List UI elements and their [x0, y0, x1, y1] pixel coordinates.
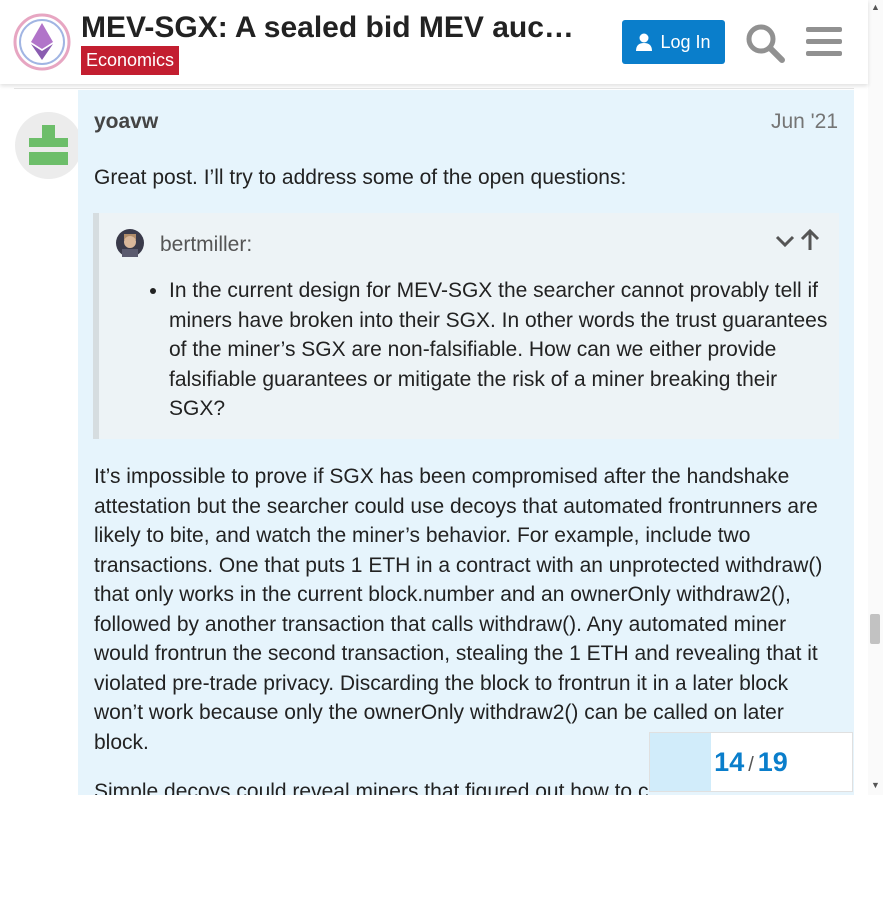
progress-total: 19 — [757, 746, 788, 777]
scroll-down-arrow-icon[interactable]: ▼ — [871, 780, 880, 790]
login-button[interactable]: Log In — [622, 20, 725, 64]
post-username[interactable]: yoavw — [94, 110, 158, 134]
quote-list: In the current design for MEV-SGX the se… — [169, 276, 829, 424]
user-avatar[interactable] — [15, 112, 82, 179]
site-header: MEV-SGX: A sealed bid MEV auction design… — [0, 0, 868, 84]
post-body: yoavw Jun '21 Great post. I’ll try to ad… — [78, 90, 854, 795]
progress-current: 14 — [714, 746, 745, 777]
topic-progress[interactable]: 14 / 19 — [649, 732, 853, 792]
progress-separator: / — [748, 753, 754, 776]
search-icon[interactable] — [744, 22, 786, 64]
login-label: Log In — [660, 31, 711, 52]
post-paragraph: It’s impossible to prove if SGX has been… — [94, 465, 823, 754]
quote-author-avatar — [116, 229, 144, 257]
quote-block: bertmiller: In the current design for ME… — [93, 213, 839, 439]
quote-item: In the current design for MEV-SGX the se… — [169, 276, 829, 424]
hamburger-menu-icon[interactable] — [804, 24, 844, 60]
scrollbar-thumb[interactable] — [870, 614, 880, 644]
divider — [14, 88, 854, 89]
chevron-down-icon[interactable] — [774, 230, 796, 252]
site-logo[interactable] — [13, 13, 71, 71]
scrollbar[interactable]: ▲ ▼ — [868, 0, 883, 795]
post-intro: Great post. I’ll try to address some of … — [94, 166, 627, 189]
user-icon — [636, 33, 653, 51]
category-badge[interactable]: Economics — [81, 46, 180, 75]
topic-viewport: yoavw Jun '21 Great post. I’ll try to ad… — [0, 0, 868, 795]
progress-text: 14 / 19 — [650, 733, 852, 791]
arrow-up-icon[interactable] — [799, 228, 821, 252]
quote-author: bertmiller: — [160, 233, 253, 256]
scroll-up-arrow-icon[interactable]: ▲ — [871, 2, 880, 12]
post-date[interactable]: Jun '21 — [771, 110, 838, 134]
topic-title[interactable]: MEV-SGX: A sealed bid MEV auction design — [81, 10, 581, 46]
